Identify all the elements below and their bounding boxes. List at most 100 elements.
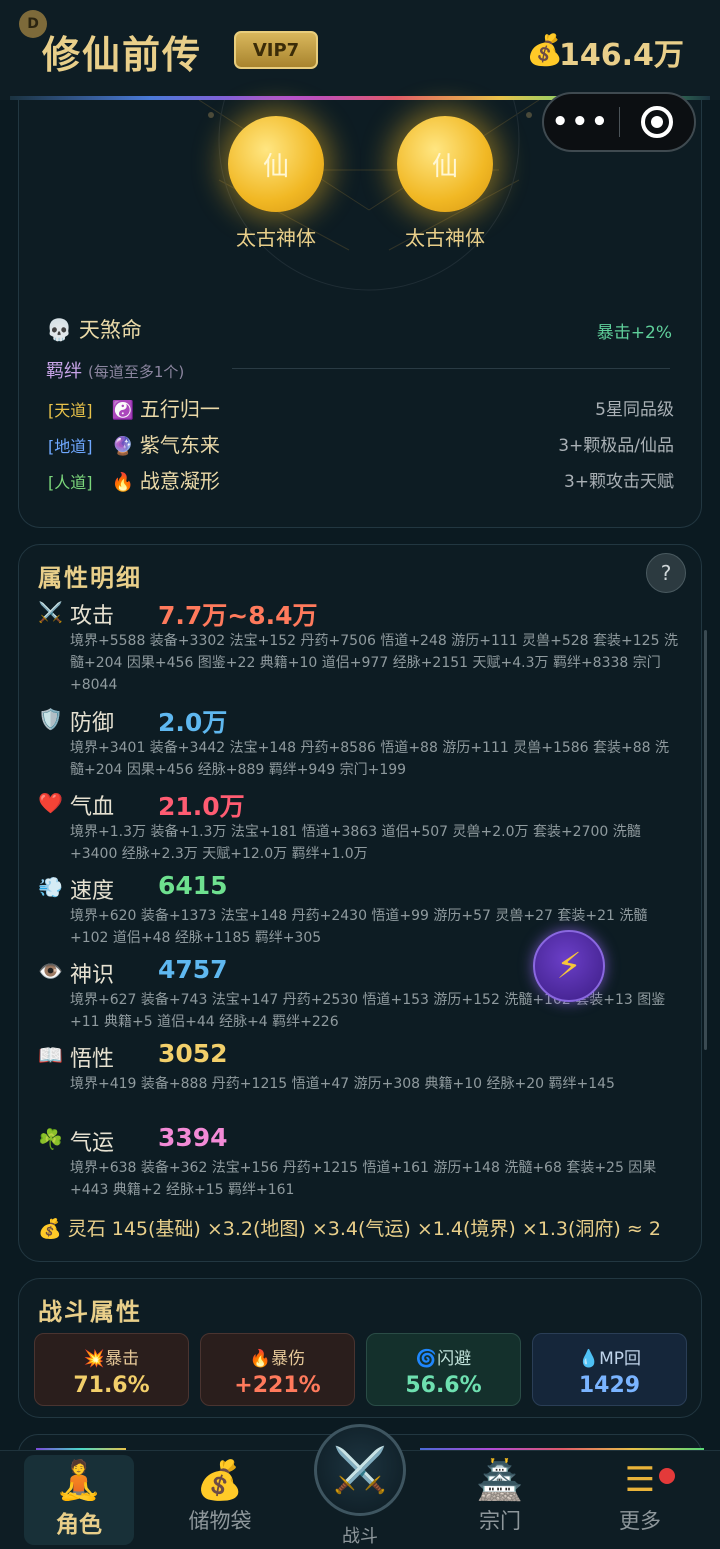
attributes-title: 属性明细 (38, 564, 142, 592)
attr-detail: 境界+3401 装备+3442 法宝+148 丹药+8586 悟道+88 游历+… (70, 740, 670, 778)
physique-slot-1[interactable]: 仙 太古神体 (196, 110, 356, 251)
attr-value: 21.0万 (158, 792, 245, 821)
attr-value: 2.0万 (158, 708, 228, 737)
combat-card-crit-damage: 🔥暴伤 +221% (200, 1333, 355, 1406)
bond-tag: [人道] (48, 473, 93, 492)
bonds-divider (232, 368, 670, 369)
book-icon: 📖 (38, 1043, 63, 1067)
skull-icon: 💀 (46, 318, 73, 342)
nav-storage-bag[interactable]: 💰 储物袋 (165, 1455, 275, 1545)
app-title: 修仙前传 (42, 33, 203, 77)
attr-detail: 境界+419 装备+888 丹药+1215 悟道+47 游历+308 典籍+10… (70, 1076, 615, 1092)
nav-sect[interactable]: 🏯 宗门 (445, 1455, 555, 1545)
lightning-bolt-icon[interactable]: ⚡ (533, 930, 605, 1002)
combat-value: +221% (234, 1373, 321, 1398)
physique-slot-2[interactable]: 仙 太古神体 (365, 110, 525, 251)
droplet-icon: 💧 (577, 1349, 600, 1369)
bond-tag: [地道] (48, 437, 93, 456)
money-bag-icon: 💰 (526, 33, 564, 68)
mini-program-capsule: ••• (542, 92, 696, 152)
immortal-orb-icon: 仙 (228, 116, 324, 212)
clover-icon: ☘️ (38, 1127, 63, 1151)
attr-value: 3052 (158, 1039, 228, 1068)
bonds-title-text: 羁绊 (46, 361, 82, 382)
more-dots-icon[interactable]: ••• (544, 107, 619, 137)
eye-icon: 👁️ (38, 959, 63, 983)
attr-value: 7.7万~8.4万 (158, 601, 318, 630)
crossed-swords-icon: ⚔️ (332, 1445, 388, 1496)
attr-value: 4757 (158, 955, 228, 984)
fate-bonus: 暴击+2% (596, 323, 672, 343)
combat-label: 闪避 (437, 1349, 472, 1369)
bond-requirement: 3+颗攻击天赋 (563, 472, 674, 492)
nav-label: 战斗 (342, 1526, 378, 1547)
combat-value: 56.6% (405, 1373, 482, 1398)
menu-icon: ☰ (624, 1460, 656, 1500)
combat-value: 1429 (578, 1373, 641, 1398)
nav-label: 储物袋 (188, 1509, 252, 1533)
shield-icon: 🛡️ (38, 707, 63, 731)
attr-value: 6415 (158, 871, 228, 900)
bond-name: 战意凝形 (139, 469, 220, 493)
spirit-stone-formula: 💰 灵石 145(基础) ×3.2(地图) ×3.4(气运) ×1.4(境界) … (38, 1218, 661, 1240)
money-amount: 146.4万 (559, 38, 684, 73)
help-button[interactable]: ? (646, 553, 686, 593)
wind-icon: 💨 (38, 875, 63, 899)
attr-detail: 境界+638 装备+362 法宝+156 丹药+1215 悟道+161 游历+1… (70, 1160, 657, 1198)
combat-value: 71.6% (73, 1373, 150, 1398)
notification-dot (659, 1468, 675, 1484)
bonds-note: (每道至多1个) (88, 363, 185, 381)
crystal-ball-icon: 🔮 (111, 436, 135, 457)
combat-card-mp-regen: 💧MP回 1429 (532, 1333, 687, 1406)
nav-battle[interactable]: ⚔️ (314, 1424, 406, 1516)
attr-name: 气血 (70, 795, 115, 820)
nav-more[interactable]: ☰ 更多 (585, 1455, 695, 1545)
combat-label: 暴击 (105, 1349, 140, 1369)
attr-name: 神识 (70, 963, 115, 988)
nav-character[interactable]: 🧘 角色 (24, 1455, 134, 1545)
money-bag-icon: 💰 (196, 1458, 244, 1502)
nav-label: 角色 (56, 1512, 102, 1538)
pagoda-icon: 🏯 (476, 1458, 524, 1502)
combat-card-crit: 💥暴击 71.6% (34, 1333, 189, 1406)
yin-yang-icon: ☯️ (111, 400, 135, 421)
attr-name: 防御 (70, 711, 115, 736)
target-icon (640, 106, 673, 138)
nav-label: 宗门 (479, 1509, 521, 1533)
attr-name: 速度 (70, 879, 115, 904)
bond-requirement: 5星同品级 (595, 400, 674, 420)
bond-item[interactable]: [人道] 🔥 战意凝形 3+颗攻击天赋 (48, 465, 674, 494)
bond-item[interactable]: [地道] 🔮 紫气东来 3+颗极品/仙品 (48, 429, 674, 458)
combat-label: MP回 (599, 1349, 642, 1369)
attr-detail: 境界+1.3万 装备+1.3万 法宝+181 悟道+3863 道侣+507 灵兽… (70, 824, 641, 862)
bond-name: 五行归一 (139, 397, 220, 421)
physique-label: 太古神体 (405, 226, 485, 250)
explosion-icon: 💥 (83, 1349, 106, 1369)
attr-name: 攻击 (70, 604, 115, 629)
swirl-icon: 🌀 (415, 1349, 438, 1369)
fire-icon: 🔥 (111, 472, 135, 493)
vip-badge[interactable]: VIP7 (234, 31, 318, 69)
bond-name: 紫气东来 (139, 433, 220, 457)
fate-row[interactable]: 💀 天煞命 (46, 314, 142, 344)
bond-tag: [天道] (48, 401, 93, 420)
scrollbar[interactable] (704, 630, 707, 1050)
nav-label: 更多 (619, 1509, 661, 1533)
close-target-button[interactable] (620, 106, 695, 138)
meditating-figure-icon: 🧘 (55, 1458, 103, 1502)
fire-icon: 🔥 (249, 1349, 272, 1369)
bonds-title: 羁绊 (每道至多1个) (46, 357, 184, 383)
immortal-orb-icon: 仙 (397, 116, 493, 212)
fate-name: 天煞命 (78, 318, 142, 342)
heart-icon: ❤️ (38, 791, 63, 815)
attr-value: 3394 (158, 1123, 228, 1152)
attr-name: 悟性 (70, 1047, 115, 1072)
combat-title: 战斗属性 (38, 1298, 142, 1326)
attr-name: 气运 (70, 1131, 115, 1156)
attr-detail: 境界+5588 装备+3302 法宝+152 丹药+7506 悟道+248 游历… (70, 633, 678, 693)
physique-label: 太古神体 (236, 226, 316, 250)
combat-card-dodge: 🌀闪避 56.6% (366, 1333, 521, 1406)
swords-icon: ⚔️ (38, 600, 63, 624)
bond-requirement: 3+颗极品/仙品 (558, 436, 674, 456)
bond-item[interactable]: [天道] ☯️ 五行归一 5星同品级 (48, 393, 674, 422)
